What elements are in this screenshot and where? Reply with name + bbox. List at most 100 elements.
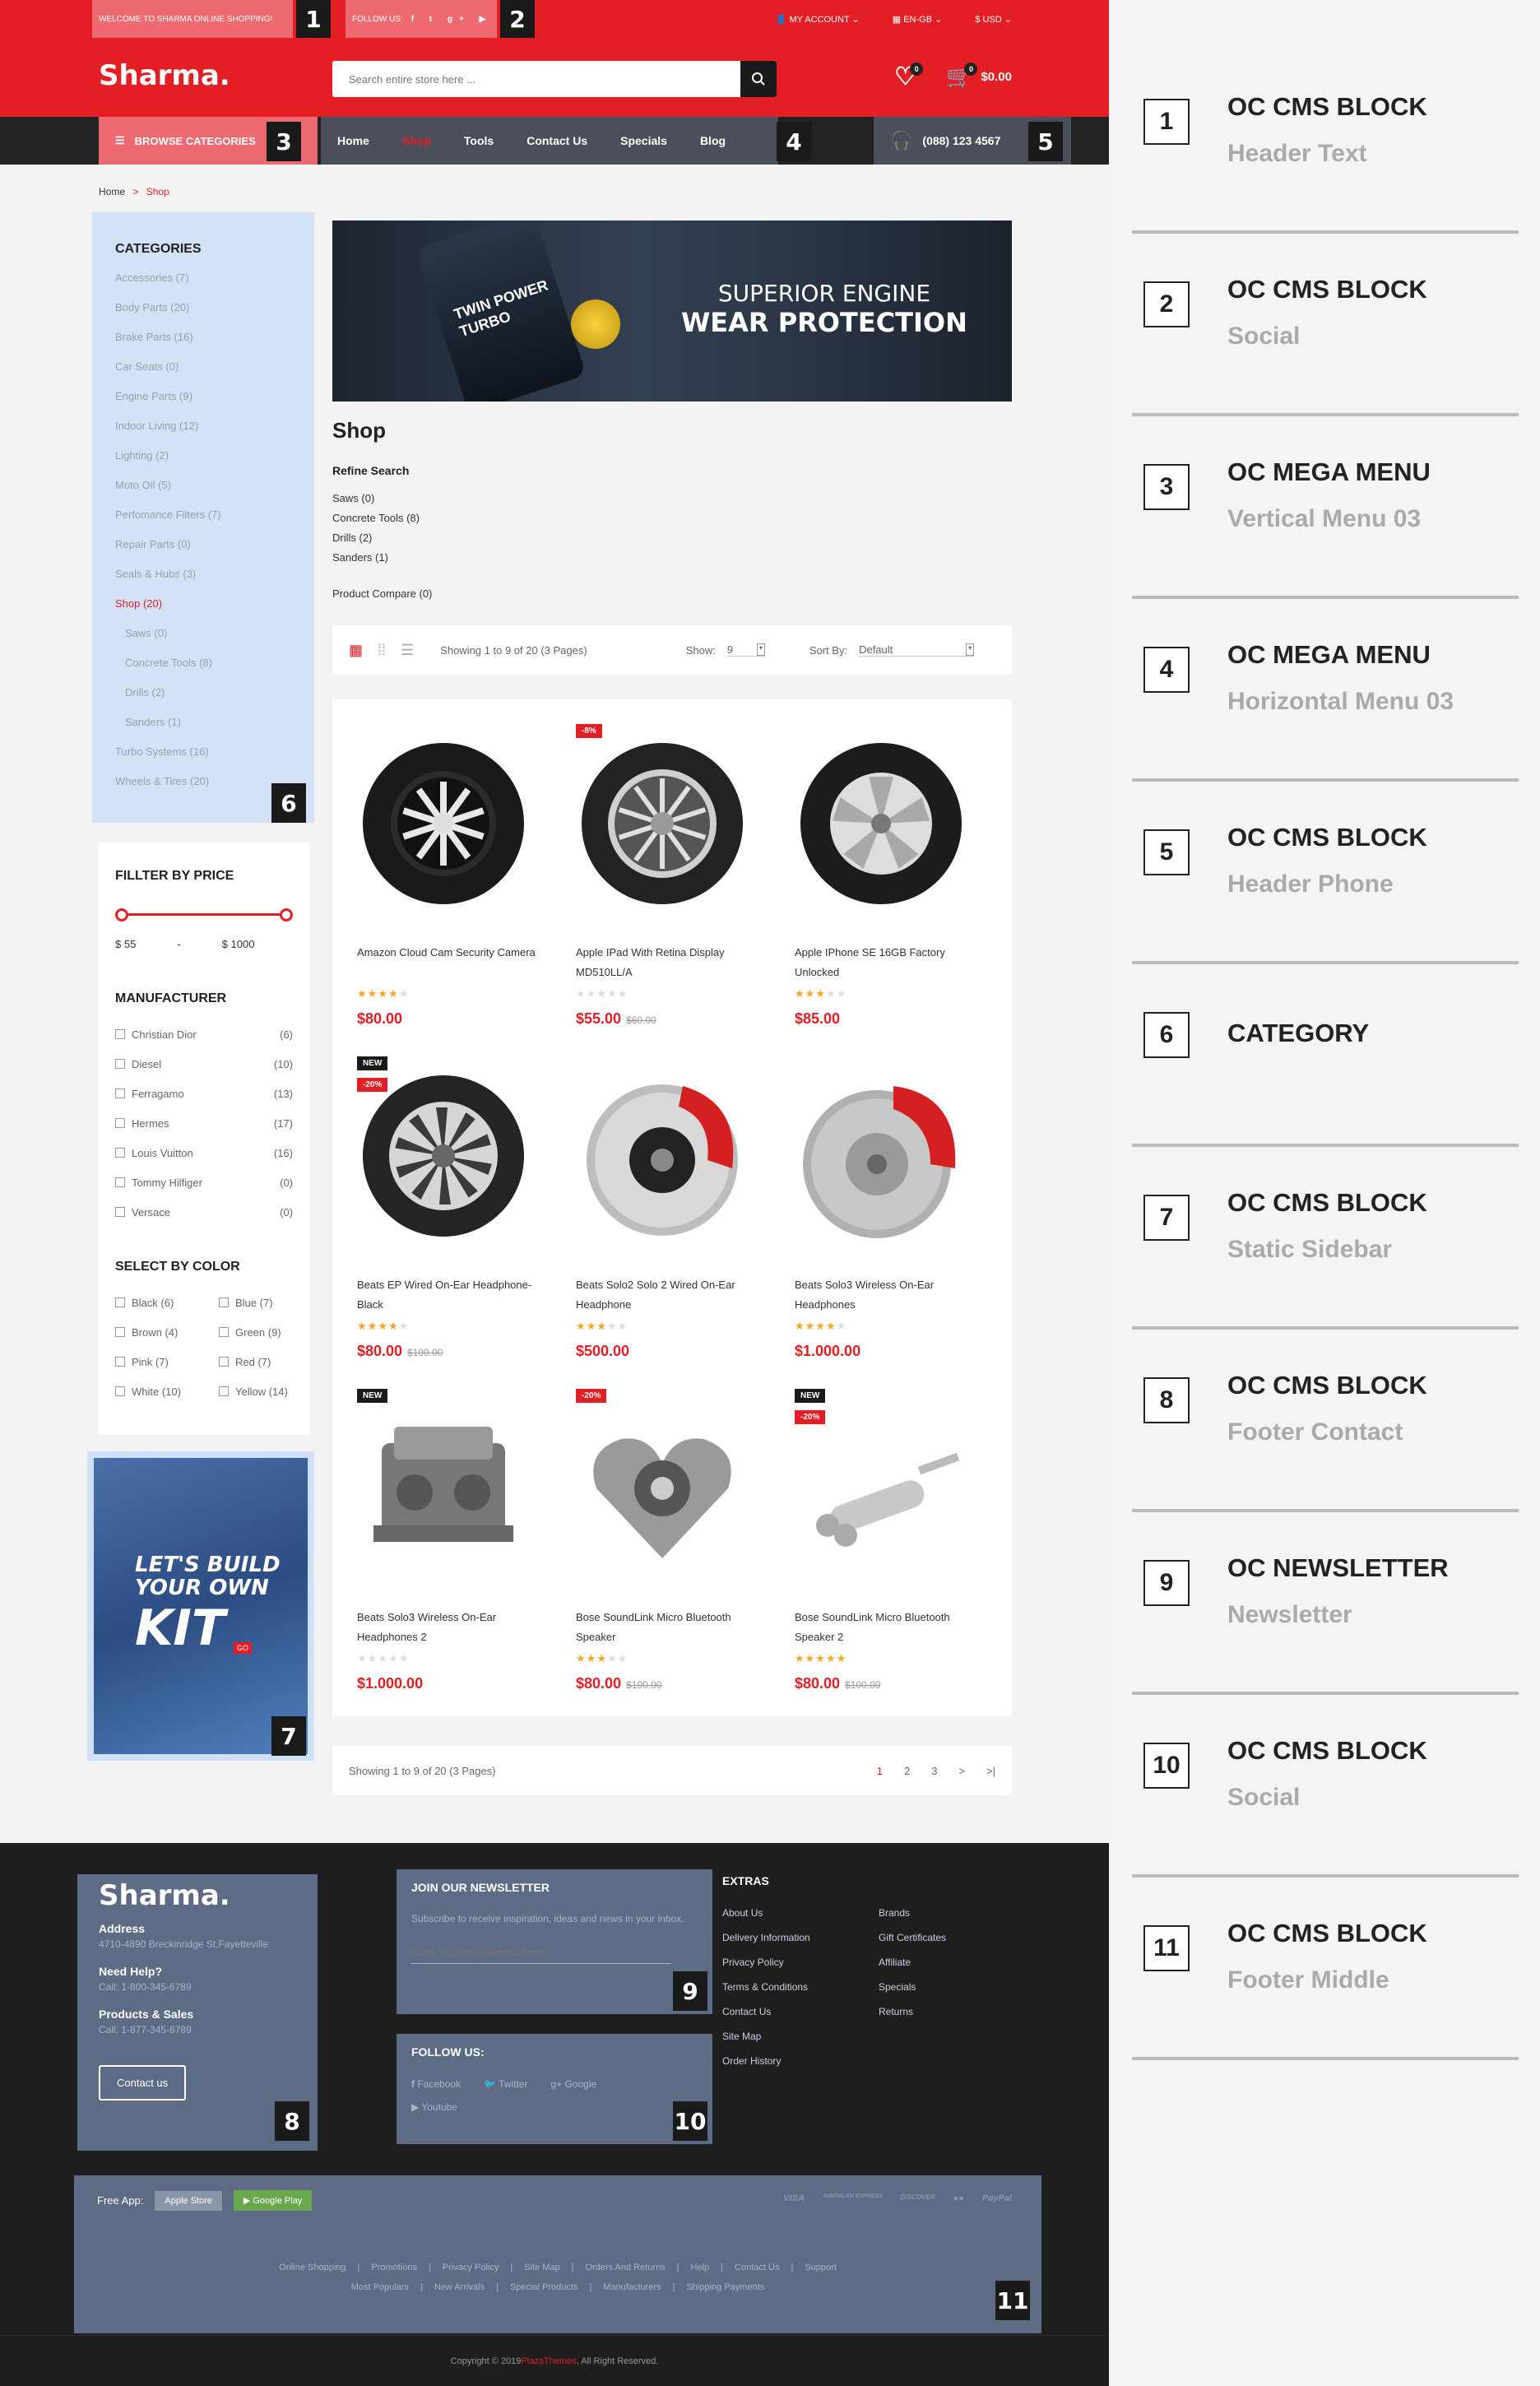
color-item[interactable]: Red (7)	[219, 1347, 301, 1376]
footer-link[interactable]: Special Products	[510, 2282, 578, 2292]
footer-link[interactable]: Orders And Returns	[585, 2263, 665, 2272]
footer-link[interactable]: Support	[805, 2263, 837, 2272]
facebook-link[interactable]: f Facebook	[411, 2078, 461, 2090]
category-item[interactable]: Lighting (2)	[115, 449, 291, 479]
category-item[interactable]: Shop (20)	[115, 597, 291, 627]
footer-link[interactable]: Contact Us	[722, 2006, 879, 2031]
footer-logo[interactable]: Sharma.	[99, 1879, 296, 1912]
manufacturer-item[interactable]: Tommy Hilfiger (0)	[115, 1167, 293, 1197]
price-min-handle[interactable]	[115, 908, 128, 921]
product-image[interactable]	[795, 1402, 967, 1575]
manufacturer-item[interactable]: Versace (0)	[115, 1197, 293, 1227]
checkbox[interactable]	[115, 1148, 125, 1158]
youtube-icon[interactable]: ▶	[480, 15, 493, 24]
product-name[interactable]: Amazon Cloud Cam Security Camera	[357, 943, 546, 963]
contact-us-button[interactable]: Contact us	[99, 2065, 187, 2101]
footer-link[interactable]: Order History	[722, 2055, 879, 2080]
cart-button[interactable]: 🛒 0 $0.00	[946, 63, 1012, 90]
product-name[interactable]: Beats Solo3 Wireless On-Ear Headphones	[795, 1275, 984, 1315]
wishlist-button[interactable]: ♡ 0	[894, 63, 924, 91]
page-link[interactable]: 1	[877, 1765, 883, 1777]
social-icons[interactable]: f t g+ ▶	[411, 15, 493, 24]
category-item[interactable]: Perfomance Filters (7)	[115, 508, 291, 538]
category-item[interactable]: Moto Oil (5)	[115, 479, 291, 508]
product-compare-link[interactable]: Product Compare (0)	[332, 587, 432, 600]
logo[interactable]: Sharma.	[99, 59, 230, 92]
category-item[interactable]: Brake Parts (16)	[115, 331, 291, 360]
category-item[interactable]: Body Parts (20)	[115, 301, 291, 331]
product-image[interactable]	[357, 1402, 530, 1575]
footer-link[interactable]: Privacy Policy	[722, 1957, 879, 1981]
product-card[interactable]: -8% Apple IPad With Retina Display MD510L…	[556, 704, 762, 1033]
footer-link[interactable]: Privacy Policy	[443, 2263, 499, 2272]
color-item[interactable]: Blue (7)	[219, 1288, 301, 1317]
footer-link[interactable]: Contact Us	[735, 2263, 779, 2272]
product-name[interactable]: Beats EP Wired On-Ear Headphone-Black	[357, 1275, 546, 1315]
product-card[interactable]: NEW -20% Bose SoundLink Micro Bluetooth Sp…	[775, 1369, 981, 1698]
product-card[interactable]: Amazon Cloud Cam Security Camera ★★★★★ $80…	[337, 704, 543, 1033]
category-item[interactable]: Seals & Hubs (3)	[115, 568, 291, 597]
footer-link[interactable]: Affiliate	[879, 1957, 1010, 1981]
list-view-icon[interactable]: ☰	[401, 642, 414, 659]
search-button[interactable]	[740, 61, 777, 97]
show-select[interactable]: 9 ▾	[726, 643, 765, 657]
color-item[interactable]: Pink (7)	[115, 1347, 219, 1376]
product-card[interactable]: -20% Bose SoundLink Micro Bluetooth Speak…	[556, 1369, 762, 1698]
nav-contact[interactable]: Contact Us	[510, 134, 604, 147]
refine-item[interactable]: Concrete Tools (8)	[332, 508, 420, 528]
category-item[interactable]: Accessories (7)	[115, 272, 291, 301]
page-link[interactable]: 3	[931, 1765, 937, 1777]
refine-item[interactable]: Drills (2)	[332, 528, 420, 548]
category-item[interactable]: Concrete Tools (8)	[115, 657, 291, 686]
category-item[interactable]: Saws (0)	[115, 627, 291, 657]
checkbox[interactable]	[115, 1118, 125, 1128]
product-card[interactable]: Beats Solo2 Solo 2 Wired On-Ear Headphon…	[556, 1037, 762, 1366]
grid-view-icon[interactable]: ▦	[349, 642, 363, 659]
twitter-link[interactable]: 🐦 Twitter	[484, 2078, 527, 2090]
product-image[interactable]	[576, 1402, 749, 1575]
footer-link[interactable]: Online Shopping	[279, 2263, 346, 2272]
product-name[interactable]: Bose SoundLink Micro Bluetooth Speaker 2	[795, 1608, 984, 1647]
footer-link[interactable]: Brands	[879, 1907, 1010, 1932]
checkbox[interactable]	[115, 1297, 125, 1307]
checkbox[interactable]	[219, 1297, 229, 1307]
footer-link[interactable]: Specials	[879, 1981, 1010, 2006]
footer-link[interactable]: Manufacturers	[603, 2282, 661, 2292]
nav-specials[interactable]: Specials	[604, 134, 684, 147]
my-account-link[interactable]: 👤 MY ACCOUNT ⌄	[776, 14, 860, 25]
category-item[interactable]: Repair Parts (0)	[115, 538, 291, 568]
checkbox[interactable]	[219, 1386, 229, 1396]
refine-item[interactable]: Sanders (1)	[332, 548, 420, 568]
category-item[interactable]: Engine Parts (9)	[115, 390, 291, 420]
checkbox[interactable]	[115, 1059, 125, 1069]
category-item[interactable]: Indoor Living (12)	[115, 420, 291, 449]
google-play-button[interactable]: ▶ Google Play	[233, 2190, 313, 2211]
language-select[interactable]: ▦ EN-GB ⌄	[893, 14, 943, 25]
checkbox[interactable]	[115, 1089, 125, 1098]
product-card[interactable]: NEW -20% Beats EP Wired On-Ear Headphone-B…	[337, 1037, 543, 1366]
manufacturer-item[interactable]: Ferragamo (13)	[115, 1079, 293, 1108]
static-sidebar-banner[interactable]: LET'S BUILD YOUR OWN KIT GO	[87, 1451, 314, 1761]
checkbox[interactable]	[115, 1177, 125, 1187]
sort-select[interactable]: Default ▾	[859, 643, 975, 657]
product-card[interactable]: Apple IPhone SE 16GB Factory Unlocked ★★★…	[775, 704, 981, 1033]
checkbox[interactable]	[115, 1029, 125, 1039]
footer-link[interactable]: Delivery Information	[722, 1932, 879, 1957]
price-slider[interactable]	[115, 905, 293, 926]
manufacturer-item[interactable]: Louis Vuitton (16)	[115, 1138, 293, 1167]
footer-link[interactable]: Terms & Conditions	[722, 1981, 879, 2006]
google-plus-icon[interactable]: g+	[448, 15, 471, 24]
product-card[interactable]: Beats Solo3 Wireless On-Ear Headphones ★★…	[775, 1037, 981, 1366]
apple-store-button[interactable]: Apple Store	[155, 2190, 222, 2211]
refine-item[interactable]: Saws (0)	[332, 489, 420, 508]
product-name[interactable]: Beats Solo3 Wireless On-Ear Headphones 2	[357, 1608, 546, 1647]
manufacturer-item[interactable]: Diesel (10)	[115, 1049, 293, 1079]
product-name[interactable]: Apple IPad With Retina Display MD510LL/A	[576, 943, 765, 982]
color-item[interactable]: White (10)	[115, 1376, 219, 1406]
footer-link[interactable]: About Us	[722, 1907, 879, 1932]
color-item[interactable]: Brown (4)	[115, 1317, 219, 1347]
product-image[interactable]	[576, 1070, 749, 1242]
price-max-handle[interactable]	[280, 908, 293, 921]
footer-link[interactable]: Gift Certificates	[879, 1932, 1010, 1957]
search-input[interactable]	[332, 61, 727, 97]
